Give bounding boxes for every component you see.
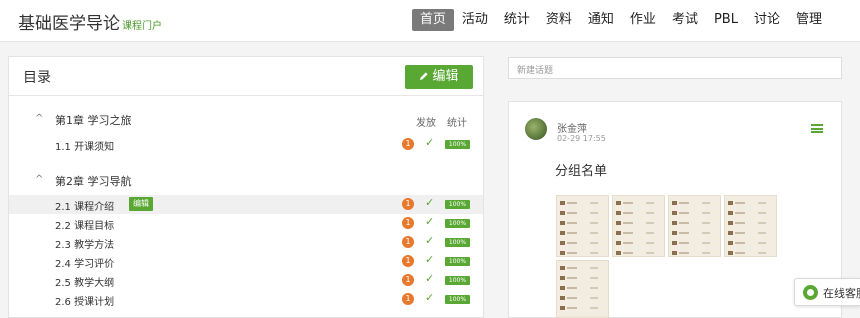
chapter-title: 第2章 学习导航	[55, 175, 132, 188]
lesson-count-badge: 1	[402, 217, 414, 229]
online-service-button[interactable]: 在线客服	[794, 278, 860, 306]
progress-badge: 100%	[445, 257, 470, 266]
progress-badge: 100%	[445, 219, 470, 228]
nav-pbl[interactable]: PBL	[706, 9, 746, 31]
top-header: 基础医学导论 课程门户 首页 活动 统计 资料 通知 作业 考试 PBL 讨论 管…	[0, 0, 860, 42]
post-author[interactable]: 张金萍	[557, 120, 587, 135]
nav-activities[interactable]: 活动	[454, 9, 496, 31]
column-publish: 发放	[416, 118, 436, 129]
lesson-row-2-1[interactable]: 2.1 课程介绍 编辑 1 ✓ 100%	[9, 195, 483, 214]
lesson-label[interactable]: 2.2 课程目标	[55, 217, 114, 232]
new-topic-input[interactable]: 新建话题	[508, 57, 842, 79]
progress-badge: 100%	[445, 295, 470, 304]
avatar[interactable]	[525, 118, 547, 140]
check-icon: ✓	[425, 291, 435, 304]
course-logo[interactable]: 基础医学导论 课程门户	[18, 9, 162, 34]
column-stats: 统计	[447, 118, 467, 129]
check-icon: ✓	[425, 196, 435, 209]
nav-manage[interactable]: 管理	[788, 9, 830, 31]
discussion-post: 张金萍 02-29 17:55 分组名单	[508, 101, 842, 318]
collapse-arrow-icon[interactable]: ^	[35, 113, 43, 124]
lesson-row-1-1[interactable]: 1.1 开课须知 1 ✓ 100%	[9, 135, 483, 154]
lesson-row-2-3[interactable]: 2.3 教学方法 1 ✓ 100%	[9, 233, 483, 252]
post-time: 02-29 17:55	[557, 134, 606, 143]
check-icon: ✓	[425, 215, 435, 228]
lesson-count-badge: 1	[402, 236, 414, 248]
online-service-label: 在线客服	[823, 287, 860, 300]
lesson-label[interactable]: 2.1 课程介绍	[55, 198, 114, 213]
attachment-thumbnail-1[interactable]	[556, 195, 609, 257]
progress-badge: 100%	[445, 200, 470, 209]
edit-catalog-button[interactable]: 编辑	[405, 65, 473, 89]
nav-statistics[interactable]: 统计	[496, 9, 538, 31]
course-subtitle: 课程门户	[122, 21, 162, 32]
lesson-row-2-4[interactable]: 2.4 学习评价 1 ✓ 100%	[9, 252, 483, 271]
check-icon: ✓	[425, 136, 435, 149]
nav-materials[interactable]: 资料	[538, 9, 580, 31]
lesson-count-badge: 1	[402, 255, 414, 267]
nav-home[interactable]: 首页	[411, 9, 454, 31]
lesson-row-2-5[interactable]: 2.5 教学大纲 1 ✓ 100%	[9, 271, 483, 290]
chapter-title: 第1章 学习之旅	[55, 114, 132, 127]
main-nav: 首页 活动 统计 资料 通知 作业 考试 PBL 讨论 管理	[411, 9, 830, 31]
catalog-title: 目录	[23, 70, 51, 86]
lesson-label[interactable]: 1.1 开课须知	[55, 138, 114, 153]
edit-button-label: 编辑	[432, 69, 459, 84]
lesson-count-badge: 1	[402, 138, 414, 150]
lesson-label[interactable]: 2.5 教学大纲	[55, 274, 114, 289]
course-title: 基础医学导论	[18, 14, 120, 34]
catalog-header: 目录 编辑	[9, 57, 483, 96]
attachment-thumbnail-5[interactable]	[556, 260, 609, 318]
nav-notices[interactable]: 通知	[580, 9, 622, 31]
attachment-thumbnail-2[interactable]	[612, 195, 665, 257]
nav-discussion[interactable]: 讨论	[746, 9, 788, 31]
chapter-2-row[interactable]: ^ 第2章 学习导航	[9, 171, 483, 191]
chat-icon	[803, 285, 818, 300]
check-icon: ✓	[425, 234, 435, 247]
lesson-edit-button[interactable]: 编辑	[129, 197, 153, 211]
catalog-panel: 目录 编辑 ^ 第1章 学习之旅 发放 统计 1.1 开课须知 1 ✓ 100%…	[8, 56, 484, 318]
lesson-row-2-6[interactable]: 2.6 授课计划 1 ✓ 100%	[9, 290, 483, 309]
lesson-count-badge: 1	[402, 198, 414, 210]
attachment-thumbnail-3[interactable]	[668, 195, 721, 257]
progress-badge: 100%	[445, 238, 470, 247]
attachment-thumbnail-4[interactable]	[724, 195, 777, 257]
lesson-row-2-2[interactable]: 2.2 课程目标 1 ✓ 100%	[9, 214, 483, 233]
progress-badge: 100%	[445, 276, 470, 285]
menu-icon[interactable]	[811, 124, 823, 133]
chapter-1-row[interactable]: ^ 第1章 学习之旅 发放 统计	[9, 110, 483, 130]
collapse-arrow-icon[interactable]: ^	[35, 174, 43, 185]
check-icon: ✓	[425, 272, 435, 285]
lesson-label[interactable]: 2.3 教学方法	[55, 236, 114, 251]
progress-badge: 100%	[445, 140, 470, 149]
post-title[interactable]: 分组名单	[555, 160, 607, 179]
lesson-count-badge: 1	[402, 293, 414, 305]
nav-exams[interactable]: 考试	[664, 9, 706, 31]
nav-homework[interactable]: 作业	[622, 9, 664, 31]
lesson-label[interactable]: 2.4 学习评价	[55, 255, 114, 270]
lesson-label[interactable]: 2.6 授课计划	[55, 293, 114, 308]
pencil-icon	[420, 72, 429, 80]
lesson-count-badge: 1	[402, 274, 414, 286]
check-icon: ✓	[425, 253, 435, 266]
